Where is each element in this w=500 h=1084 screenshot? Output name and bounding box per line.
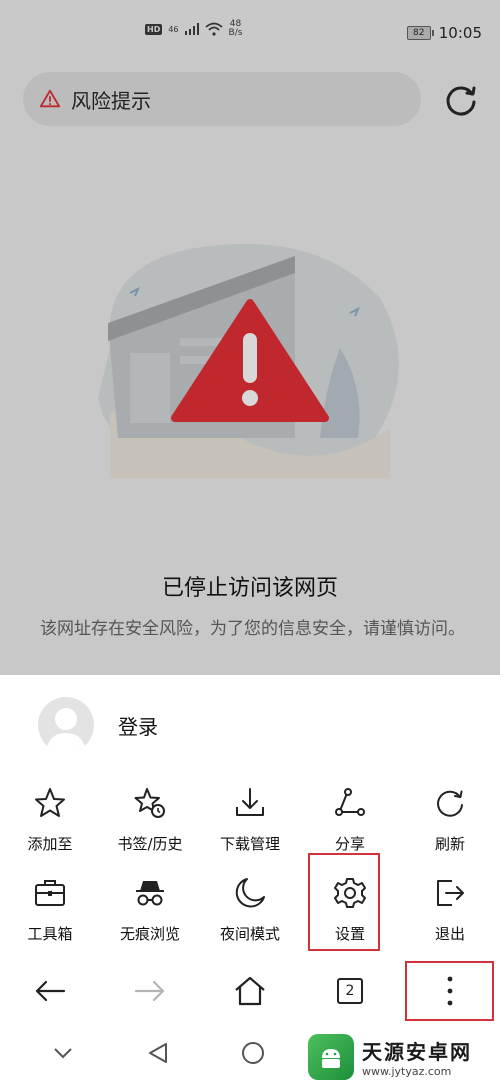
menu-item-bookmarks-history[interactable]: 书签/历史	[100, 783, 200, 873]
net-speed: 48 B/s	[229, 20, 243, 38]
status-bar: HD 46 48 B/s 82 10:05	[0, 0, 500, 60]
login-row[interactable]: 登录	[38, 697, 158, 753]
wifi-icon	[204, 22, 223, 36]
menu-item-label: 工具箱	[27, 925, 73, 943]
menu-item-toolbox[interactable]: 工具箱	[0, 873, 100, 963]
menu-item-refresh[interactable]: 刷新	[400, 783, 500, 873]
watermark-url: www.jytyaz.com	[362, 1065, 452, 1078]
arrow-left-icon	[35, 980, 66, 1002]
menu-item-label: 分享	[334, 835, 365, 853]
avatar[interactable]	[38, 697, 94, 753]
net-speed-unit: B/s	[228, 28, 243, 38]
more-menu-highlight-frame	[405, 961, 494, 1021]
login-label[interactable]: 登录	[118, 711, 158, 740]
status-indicators: HD 46 48 B/s	[145, 20, 242, 38]
toolbox-icon	[35, 880, 65, 906]
watermark-title: 天源安卓网	[362, 1040, 472, 1064]
exit-icon	[437, 880, 464, 906]
home-icon	[235, 976, 265, 1006]
menu-item-exit[interactable]: 退出	[400, 873, 500, 963]
menu-grid: 添加至 书签/历史 下载管理 分享 刷新 工具箱 无痕浏览 夜间模式 设置 退出	[0, 783, 500, 963]
system-home-button[interactable]	[205, 1021, 300, 1084]
menu-item-incognito[interactable]: 无痕浏览	[100, 873, 200, 963]
status-right: 82 10:05	[406, 24, 482, 42]
address-bar[interactable]: 风险提示	[23, 72, 421, 126]
android-icon	[322, 1049, 340, 1068]
tab-count: 2	[337, 978, 363, 1004]
signal-label: 46	[168, 24, 179, 34]
system-back-button[interactable]	[110, 1021, 205, 1084]
refresh-icon[interactable]	[441, 80, 481, 120]
menu-item-night-mode[interactable]: 夜间模式	[200, 873, 300, 963]
clock: 10:05	[438, 24, 482, 42]
incognito-icon	[136, 881, 164, 906]
watermark: 天源安卓网 www.jytyaz.com	[300, 1030, 500, 1084]
cellular-signal-icon	[184, 23, 199, 35]
refresh-icon	[437, 790, 463, 817]
menu-item-label: 下载管理	[219, 835, 280, 853]
menu-item-label: 无痕浏览	[119, 925, 180, 943]
tabs-button[interactable]: 2	[300, 961, 400, 1021]
browser-menu-sheet: 登录 添加至 书签/历史 下载管理 分享 刷新 工具箱 无痕浏览 夜间模式 设置…	[0, 675, 500, 1084]
menu-item-label: 退出	[434, 925, 465, 943]
back-button[interactable]	[0, 961, 100, 1021]
moon-icon	[235, 878, 265, 908]
user-avatar-icon	[46, 708, 86, 753]
share-icon	[335, 788, 365, 816]
menu-item-downloads[interactable]: 下载管理	[200, 783, 300, 873]
circle-home-icon	[241, 1041, 264, 1064]
menu-item-add-to[interactable]: 添加至	[0, 783, 100, 873]
menu-item-label: 刷新	[434, 835, 465, 853]
menu-item-label: 添加至	[27, 835, 73, 853]
chevron-down-icon	[53, 1047, 72, 1058]
bookmark-history-icon	[134, 788, 165, 818]
triangle-back-icon	[148, 1042, 167, 1063]
star-icon	[35, 788, 65, 817]
download-icon	[236, 788, 264, 816]
menu-item-label: 夜间模式	[219, 925, 280, 943]
forward-button[interactable]	[100, 961, 200, 1021]
watermark-logo	[308, 1034, 354, 1080]
blocked-description: 该网址存在安全风险，为了您的信息安全，请谨慎访问。	[40, 619, 465, 639]
battery-icon: 82	[406, 26, 434, 40]
home-button[interactable]	[200, 961, 300, 1021]
address-title: 风险提示	[71, 88, 151, 113]
blocked-title: 已停止访问该网页	[161, 576, 338, 601]
risk-illustration	[98, 243, 399, 478]
hide-keyboard-button[interactable]	[15, 1021, 110, 1084]
hd-badge: HD	[145, 23, 163, 35]
settings-highlight-frame	[308, 853, 380, 951]
arrow-right-icon	[134, 980, 165, 1002]
menu-item-label: 书签/历史	[117, 835, 183, 853]
warning-icon	[39, 89, 61, 108]
